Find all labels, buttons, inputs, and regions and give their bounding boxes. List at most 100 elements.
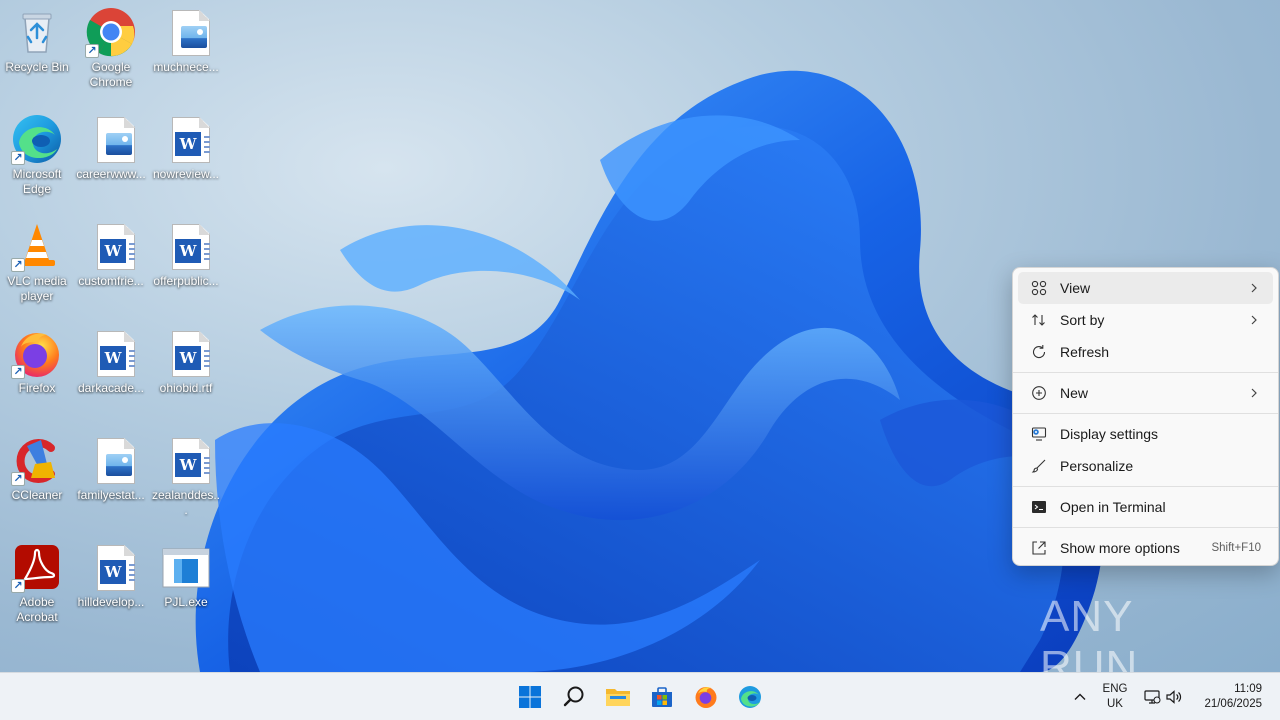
desktop-icon-label: zealanddes...: [151, 488, 221, 517]
menu-separator: [1013, 486, 1278, 487]
menu-item-personalize[interactable]: Personalize: [1018, 450, 1273, 482]
network-icon: [1144, 690, 1161, 704]
desktop-icon-label: familyestat...: [77, 488, 145, 502]
image-file-icon: [85, 434, 137, 486]
desktop-icon-file[interactable]: W nowreview...: [150, 109, 222, 209]
show-more-options-icon: [1030, 539, 1048, 557]
language-code: ENG: [1102, 683, 1128, 695]
watermark: ANY RUN: [1040, 592, 1240, 672]
image-file-icon: [160, 6, 212, 58]
menu-item-label: Display settings: [1060, 426, 1159, 442]
desktop-icon-label: PJL.exe: [164, 595, 208, 609]
desktop-icon-firefox[interactable]: ↗ Firefox: [1, 323, 73, 423]
menu-item-shortcut: Shift+F10: [1211, 542, 1261, 554]
desktop-icon-label: VLC media player: [7, 274, 67, 303]
taskbar-file-explorer-button[interactable]: [602, 681, 634, 713]
desktop-icon-label: CCleaner: [11, 488, 63, 502]
refresh-icon: [1030, 343, 1048, 361]
menu-item-refresh[interactable]: Refresh: [1018, 336, 1273, 368]
shortcut-arrow-icon: ↗: [85, 44, 99, 58]
desktop-icon-label: nowreview...: [152, 167, 220, 181]
desktop-icon-adobe-acrobat[interactable]: ↗ Adobe Acrobat: [1, 537, 73, 637]
desktop-context-menu: View Sort by Refresh New Display setting…: [1012, 267, 1279, 566]
word-document-icon: W: [85, 327, 137, 379]
terminal-icon: [1030, 498, 1048, 516]
desktop-icon-label: Microsoft Edge: [12, 167, 62, 196]
watermark-text: ANY RUN: [1040, 592, 1139, 672]
menu-item-label: Refresh: [1060, 344, 1110, 360]
desktop-icon-label: muchnece...: [153, 60, 219, 74]
desktop-icon-recycle-bin[interactable]: Recycle Bin: [1, 2, 73, 102]
display-settings-icon: [1030, 425, 1048, 443]
menu-item-label: Sort by: [1060, 312, 1105, 328]
desktop-icon-file[interactable]: W hilldevelop...: [75, 537, 147, 637]
menu-item-label: View: [1060, 280, 1091, 296]
menu-item-view[interactable]: View: [1018, 272, 1273, 304]
desktop-icon-google-chrome[interactable]: ↗ Google Chrome: [75, 2, 147, 102]
shortcut-arrow-icon: ↗: [11, 365, 25, 379]
menu-item-sort-by[interactable]: Sort by: [1018, 304, 1273, 336]
taskbar-search-button[interactable]: [558, 681, 590, 713]
view-grid-icon: [1030, 279, 1048, 297]
menu-separator: [1013, 413, 1278, 414]
menu-item-show-more-options[interactable]: Show more options Shift+F10: [1018, 532, 1273, 564]
menu-separator: [1013, 527, 1278, 528]
word-document-icon: W: [85, 541, 137, 593]
new-plus-icon: [1030, 384, 1048, 402]
menu-item-label: Show more options: [1060, 540, 1180, 556]
chevron-right-icon: [1247, 312, 1261, 328]
desktop-icon-label: Recycle Bin: [5, 60, 69, 74]
taskbar: ENG UK 11:09 21/06/2025: [0, 672, 1280, 720]
desktop-icon-ccleaner[interactable]: ↗ CCleaner: [1, 430, 73, 530]
desktop-icon-label: ohiobid.rtf: [159, 381, 213, 395]
desktop-icon-file[interactable]: W customfrie...: [75, 216, 147, 316]
desktop-icon-label: offerpublic...: [153, 274, 219, 288]
language-indicator[interactable]: ENG UK: [1097, 682, 1133, 712]
desktop-icon-label: hilldevelop...: [77, 595, 145, 609]
clock-time: 11:09: [1234, 683, 1262, 695]
desktop-icon-microsoft-edge[interactable]: ↗ Microsoft Edge: [1, 109, 73, 209]
desktop-icon-label: careerwww...: [76, 167, 146, 181]
menu-item-display-settings[interactable]: Display settings: [1018, 418, 1273, 450]
taskbar-store-button[interactable]: [646, 681, 678, 713]
desktop-icon-file[interactable]: muchnece...: [150, 2, 222, 102]
start-button[interactable]: [514, 681, 546, 713]
menu-item-new[interactable]: New: [1018, 377, 1273, 409]
chevron-right-icon: [1247, 385, 1261, 401]
clock[interactable]: 11:09 21/06/2025: [1194, 682, 1268, 712]
tray-network-volume-button[interactable]: [1138, 681, 1188, 713]
firefox-icon: [695, 687, 717, 708]
exe-file-icon: [162, 548, 210, 588]
menu-separator: [1013, 372, 1278, 373]
desktop-icon-file[interactable]: W ohiobid.rtf: [150, 323, 222, 423]
shortcut-arrow-icon: ↗: [11, 151, 25, 165]
word-document-icon: W: [160, 113, 212, 165]
recycle-bin-icon: [22, 13, 52, 53]
desktop-icon-file[interactable]: PJL.exe: [150, 537, 222, 637]
desktop-icon-label: darkacade...: [77, 381, 145, 395]
menu-item-label: New: [1060, 385, 1089, 401]
word-document-icon: W: [160, 434, 212, 486]
search-icon: [563, 686, 584, 707]
edge-icon: [739, 686, 761, 708]
chevron-right-icon: [1247, 280, 1261, 296]
taskbar-edge-button[interactable]: [734, 681, 766, 713]
desktop-icon-label: Firefox: [18, 381, 56, 395]
desktop-icon-label: Adobe Acrobat: [16, 595, 58, 624]
desktop-icon-vlc[interactable]: ↗ VLC media player: [1, 216, 73, 316]
desktop-icon-file[interactable]: familyestat...: [75, 430, 147, 530]
shortcut-arrow-icon: ↗: [11, 258, 25, 272]
menu-item-open-in-terminal[interactable]: Open in Terminal: [1018, 491, 1273, 523]
volume-icon: [1166, 690, 1182, 704]
personalize-brush-icon: [1030, 457, 1048, 475]
image-file-icon: [85, 113, 137, 165]
desktop-icon-file[interactable]: W zealanddes...: [150, 430, 222, 530]
chevron-up-icon: [1074, 693, 1086, 700]
shortcut-arrow-icon: ↗: [11, 579, 25, 593]
tray-overflow-button[interactable]: [1064, 681, 1096, 713]
desktop-icon-file[interactable]: W darkacade...: [75, 323, 147, 423]
desktop-icon-file[interactable]: careerwww...: [75, 109, 147, 209]
desktop-icon-file[interactable]: W offerpublic...: [150, 216, 222, 316]
desktop-icon-label: Google Chrome: [89, 60, 133, 89]
taskbar-firefox-button[interactable]: [690, 681, 722, 713]
